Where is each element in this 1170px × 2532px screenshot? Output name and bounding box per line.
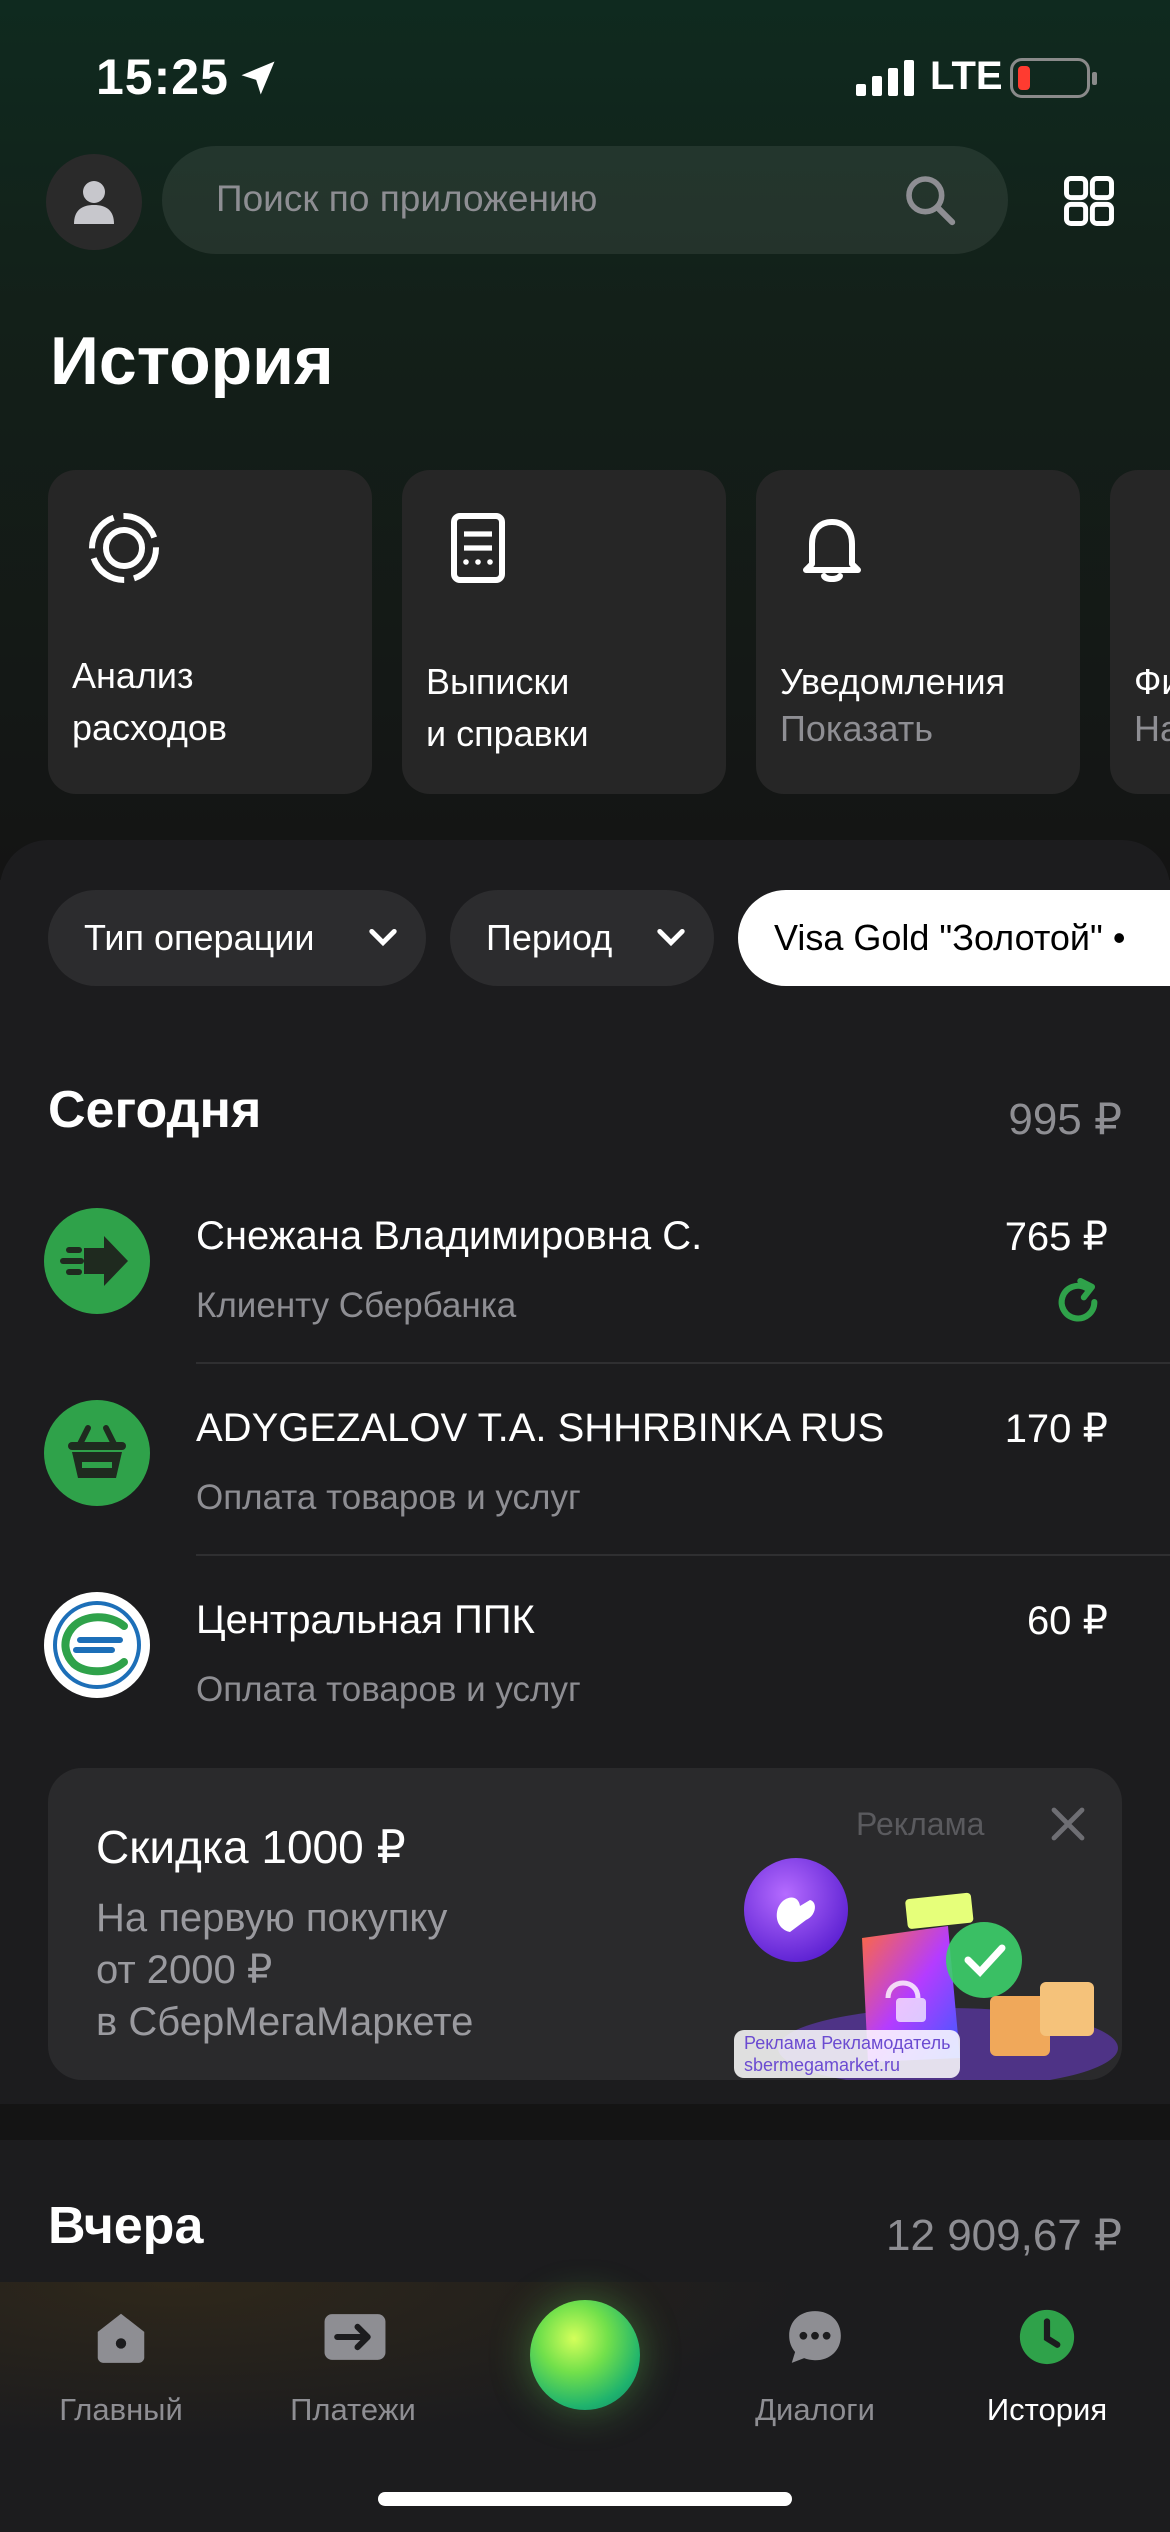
- ad-caption: Реклама Рекламодатель sbermegamarket.ru: [734, 2030, 961, 2078]
- document-icon: [451, 513, 505, 583]
- card-title: Фи: [1134, 661, 1170, 702]
- shopping-basket-icon: [44, 1400, 150, 1506]
- ad-caption-site: sbermegamarket.ru: [744, 2055, 901, 2075]
- transaction-category: Оплата товаров и услуг: [196, 1478, 581, 1517]
- tab-history[interactable]: История: [932, 2282, 1162, 2442]
- section-separator: [0, 2104, 1170, 2140]
- filter-label: Период: [486, 917, 613, 958]
- card-title: Выписки и справки: [426, 661, 589, 754]
- filter-card[interactable]: Visa Gold "Золотой" •: [738, 890, 1170, 986]
- status-time: 15:25: [96, 49, 229, 105]
- tab-home[interactable]: Главный: [6, 2282, 236, 2442]
- tab-label: Диалоги: [755, 2392, 875, 2427]
- chat-icon: [789, 2311, 841, 2363]
- card-partial[interactable]: Фи На: [1110, 470, 1170, 794]
- search-placeholder: Поиск по приложению: [216, 178, 598, 219]
- filter-label: Тип операции: [84, 917, 315, 958]
- quick-actions-carousel[interactable]: Анализ расходов Выписки и справки Уведом…: [48, 470, 1170, 796]
- home-indicator: [378, 2492, 792, 2506]
- transaction-category: Клиенту Сбербанка: [196, 1286, 517, 1325]
- search-input[interactable]: Поиск по приложению: [162, 146, 1008, 254]
- battery-icon: [1010, 58, 1097, 98]
- divider: [196, 1554, 1170, 1556]
- clock-icon: [1019, 2309, 1075, 2365]
- ad-banner[interactable]: Скидка 1000 ₽ На первую покупку от 2000 …: [48, 1768, 1122, 2080]
- section-title-yesterday: Вчера: [48, 2197, 204, 2255]
- filter-operation-type[interactable]: Тип операции: [48, 890, 426, 986]
- payments-icon: [324, 2314, 386, 2360]
- tab-label: История: [986, 2392, 1108, 2427]
- card-statements[interactable]: Выписки и справки: [402, 470, 726, 794]
- card-subtitle: Показать: [780, 708, 934, 749]
- transaction-name: ADYGEZALOV T.A. SHHRBINKA RUS: [196, 1406, 885, 1450]
- divider: [196, 1362, 1170, 1364]
- person-icon: [74, 181, 114, 224]
- spending-analysis-icon: [89, 513, 159, 583]
- section-title-today: Сегодня: [48, 1081, 262, 1139]
- tab-payments[interactable]: Платежи: [238, 2282, 468, 2442]
- ad-label: Реклама: [856, 1806, 985, 1842]
- transaction-amount: 765 ₽: [1004, 1215, 1108, 1259]
- network-type: LTE: [930, 54, 1003, 98]
- transaction-name: Снежана Владимировна С.: [196, 1214, 703, 1258]
- card-spending-analysis[interactable]: Анализ расходов: [48, 470, 372, 794]
- card-title: Анализ расходов: [72, 655, 228, 748]
- section-total-today: 995 ₽: [1008, 1095, 1122, 1144]
- transaction-name: Центральная ППК: [196, 1598, 535, 1642]
- transfer-arrow-icon: [44, 1208, 150, 1314]
- location-arrow-icon: [241, 61, 275, 95]
- apps-grid-icon[interactable]: [1062, 174, 1116, 228]
- search-icon: [906, 176, 956, 226]
- transaction-amount: 60 ₽: [1026, 1599, 1108, 1643]
- tab-dialogs[interactable]: Диалоги: [700, 2282, 930, 2442]
- tab-label: Платежи: [290, 2392, 416, 2427]
- ad-caption-advertiser: Реклама Рекламодатель: [744, 2033, 951, 2053]
- card-title: Уведомления: [780, 661, 1006, 702]
- card-subtitle: На: [1134, 708, 1170, 749]
- close-icon[interactable]: [1048, 1804, 1088, 1844]
- section-total-yesterday: 12 909,67 ₽: [886, 2211, 1122, 2260]
- page-title: История: [50, 323, 334, 399]
- filter-period[interactable]: Период: [450, 890, 714, 986]
- transaction-category: Оплата товаров и услуг: [196, 1670, 581, 1709]
- bell-icon: [803, 519, 861, 582]
- assistant-orb-icon[interactable]: [530, 2300, 640, 2410]
- railway-logo-icon: [44, 1592, 150, 1698]
- status-bar: 15:25 LTE: [0, 0, 1170, 150]
- card-notifications[interactable]: Уведомления Показать: [756, 470, 1080, 794]
- ad-title: Скидка 1000 ₽: [96, 1821, 406, 1873]
- transaction-amount: 170 ₽: [1004, 1407, 1108, 1451]
- profile-avatar[interactable]: [46, 154, 142, 250]
- filter-label: Visa Gold "Золотой" •: [774, 917, 1126, 958]
- ad-body: На первую покупку от 2000 ₽ в СберМегаМа…: [96, 1896, 474, 2044]
- tab-label: Главный: [59, 2392, 183, 2427]
- home-icon: [97, 2313, 145, 2363]
- chevron-down-icon: [657, 928, 685, 947]
- repeat-payment-icon[interactable]: [1050, 1274, 1106, 1330]
- chevron-down-icon: [369, 928, 397, 947]
- signal-icon: [856, 60, 914, 96]
